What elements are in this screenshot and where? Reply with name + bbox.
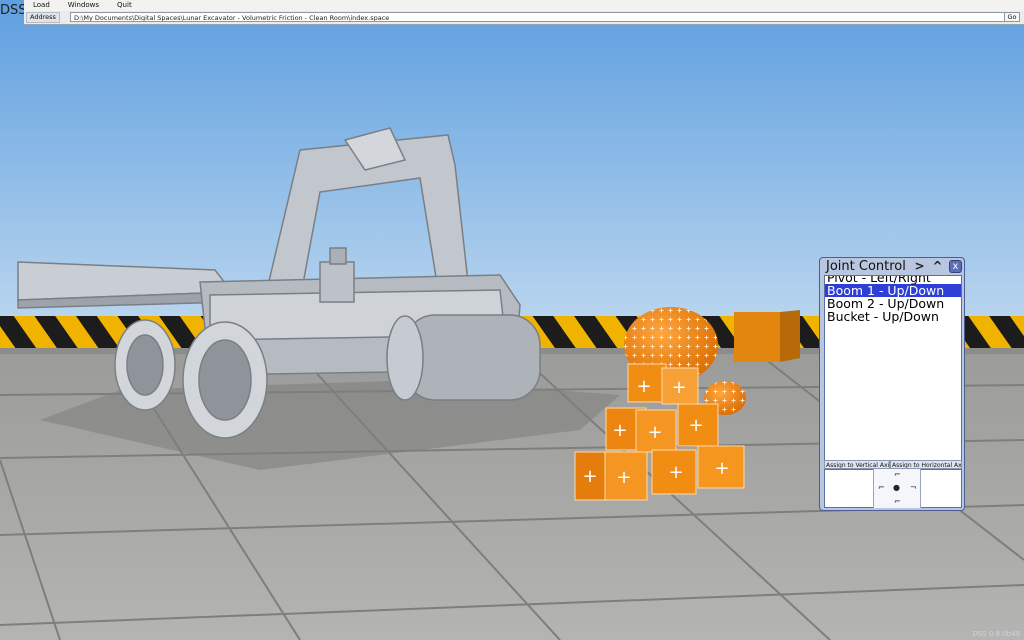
pad-right-icon: ¬ (910, 483, 917, 492)
svg-text:+: + (616, 467, 631, 488)
next-arrow-icon[interactable]: > (913, 260, 926, 273)
menu-quit[interactable]: Quit (108, 0, 141, 11)
joint-item-bucket[interactable]: Bucket - Up/Down (825, 310, 961, 323)
svg-text:+: + (668, 462, 683, 483)
version-label: DSS 0.8.0b49 (972, 630, 1020, 638)
pad-down-icon: ⌐ (894, 497, 901, 506)
go-button[interactable]: Go (1004, 12, 1020, 22)
pad-up-icon: ⌐ (894, 470, 901, 479)
joint-list[interactable]: Pivot - Left/Right Boom 1 - Up/Down Boom… (824, 275, 962, 463)
address-input[interactable]: D:\My Documents\Digital Spaces\Lunar Exc… (70, 12, 1018, 22)
joint-control-panel: Joint Control > ^ x Pivot - Left/Right B… (819, 257, 965, 511)
svg-text:+: + (647, 422, 662, 443)
menu-load[interactable]: Load (24, 0, 59, 11)
collapse-arrow-icon[interactable]: ^ (931, 260, 944, 273)
assign-horizontal-button[interactable]: Assign to Horizontal Axis (890, 460, 962, 469)
svg-text:+: + (688, 415, 703, 436)
svg-text:+: + (671, 377, 686, 398)
menu-windows[interactable]: Windows (59, 0, 108, 11)
orange-block (734, 310, 800, 362)
address-label: Address (26, 12, 60, 23)
close-icon[interactable]: x (949, 260, 962, 273)
address-bar: Address D:\My Documents\Digital Spaces\L… (24, 11, 1024, 25)
axis-assign-area: ⌐ ⌐ ● ¬ ⌐ (824, 469, 962, 508)
assign-tabs: Assign to Vertical Axis Assign to Horizo… (824, 460, 962, 469)
svg-text:+: + (612, 420, 627, 441)
svg-text:+: + (582, 466, 597, 487)
panel-title: Joint Control (826, 259, 906, 274)
app-logo: DSS (0, 3, 27, 18)
joystick-pad[interactable]: ⌐ ⌐ ● ¬ ⌐ (873, 469, 921, 508)
pad-left-icon: ⌐ (878, 483, 885, 492)
pad-center-icon: ● (893, 483, 900, 492)
svg-text:+: + (636, 376, 651, 397)
assign-vertical-button[interactable]: Assign to Vertical Axis (824, 460, 890, 469)
svg-text:+: + (714, 458, 729, 479)
